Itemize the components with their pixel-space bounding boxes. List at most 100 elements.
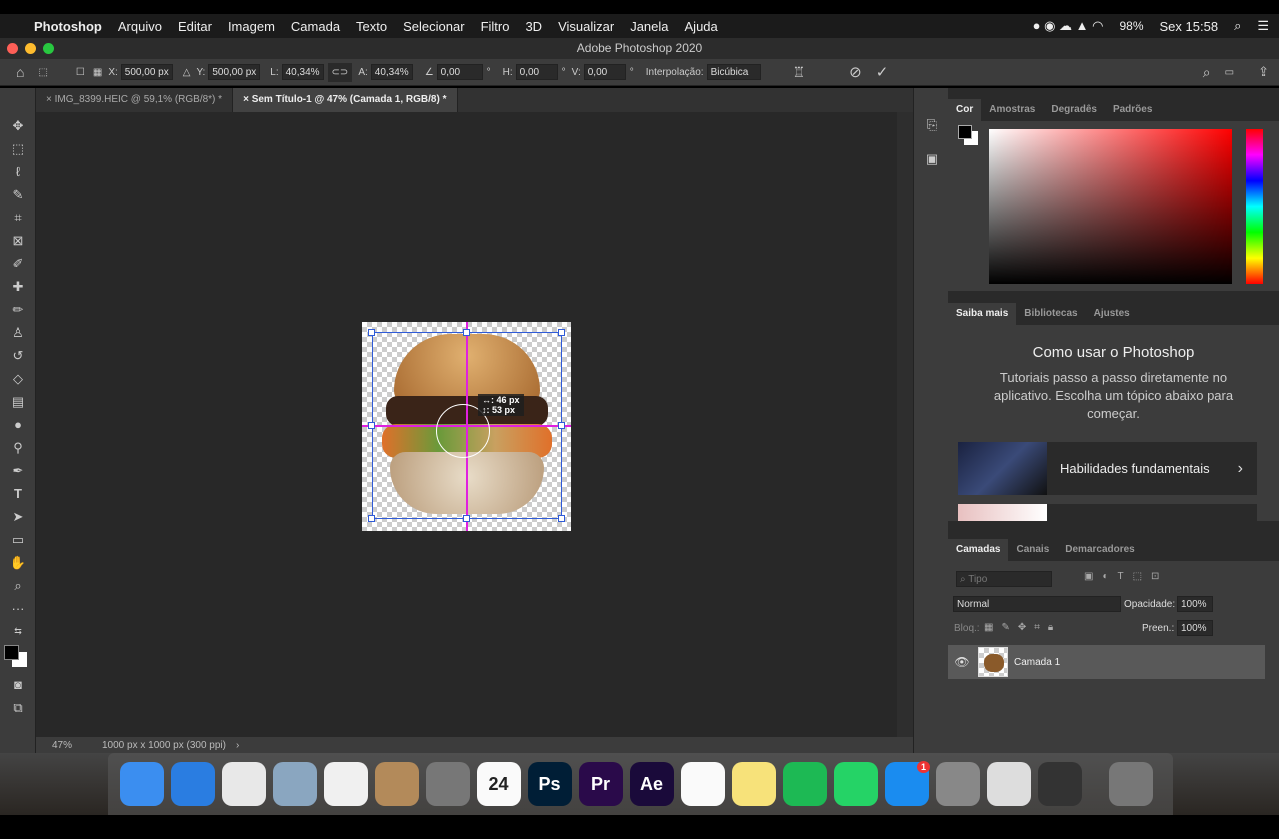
tab-amostras[interactable]: Amostras: [981, 99, 1043, 121]
path-selection-tool-icon[interactable]: ➤: [0, 505, 36, 528]
x-field[interactable]: 500,00 px: [120, 64, 173, 80]
menu-texto[interactable]: Texto: [356, 19, 387, 34]
transform-handle[interactable]: [558, 422, 565, 429]
healing-brush-tool-icon[interactable]: ✚: [0, 275, 36, 298]
dock-safari[interactable]: [170, 762, 215, 806]
menu-camada[interactable]: Camada: [291, 19, 340, 34]
swap-colors-icon[interactable]: ⇆: [0, 620, 36, 643]
history-brush-tool-icon[interactable]: ↺: [0, 344, 36, 367]
zoom-tool-icon[interactable]: ⌕: [0, 574, 36, 597]
angle-field[interactable]: 0,00: [436, 64, 483, 80]
menu-app[interactable]: Photoshop: [34, 19, 102, 34]
transform-handle[interactable]: [463, 329, 470, 336]
dock-finder[interactable]: [119, 762, 164, 806]
control-center-icon[interactable]: ☰: [1257, 18, 1269, 34]
transform-handle[interactable]: [463, 515, 470, 522]
warp-icon[interactable]: ♖: [793, 64, 806, 81]
workspace-icon[interactable]: ▭: [1225, 67, 1234, 78]
fill-field[interactable]: 100%: [1177, 620, 1213, 636]
layer-filter-icons[interactable]: ▣◐T⬚⊡: [1084, 571, 1168, 582]
dock-roblox[interactable]: [986, 762, 1031, 806]
dock-after-effects[interactable]: Ae: [629, 762, 674, 806]
color-field[interactable]: [989, 129, 1232, 284]
eyedropper-tool-icon[interactable]: ✐: [0, 252, 36, 275]
foreground-background-colors[interactable]: [0, 643, 35, 673]
menu-selecionar[interactable]: Selecionar: [403, 19, 464, 34]
tab-cor[interactable]: Cor: [948, 99, 982, 121]
transform-handle[interactable]: [368, 422, 375, 429]
zoom-level[interactable]: 47%: [52, 740, 102, 751]
frame-tool-icon[interactable]: ⊠: [0, 229, 36, 252]
delta-icon[interactable]: △: [183, 67, 191, 78]
menu-editar[interactable]: Editar: [178, 19, 212, 34]
reference-point-grid-icon[interactable]: ▦: [93, 67, 102, 78]
blend-mode-select[interactable]: Normal: [953, 596, 1121, 612]
cancel-transform-icon[interactable]: ⊘: [849, 63, 862, 81]
rectangle-tool-icon[interactable]: ▭: [0, 528, 36, 551]
crop-tool-icon[interactable]: ⌗: [0, 206, 36, 229]
eraser-tool-icon[interactable]: ◇: [0, 367, 36, 390]
status-icons[interactable]: ● ◉ ☁ ▲ ◠: [1033, 18, 1104, 34]
dock-notes[interactable]: [731, 762, 776, 806]
document-info[interactable]: 1000 px x 1000 px (300 ppi): [102, 740, 226, 751]
clone-stamp-tool-icon[interactable]: ♙: [0, 321, 36, 344]
vertical-scrollbar[interactable]: [897, 112, 913, 737]
dock-system-preferences[interactable]: [935, 762, 980, 806]
dock-contacts[interactable]: [374, 762, 419, 806]
layer-name[interactable]: Camada 1: [1014, 657, 1060, 668]
marquee-tool-icon[interactable]: ⬚: [0, 137, 36, 160]
pen-tool-icon[interactable]: ✒: [0, 459, 36, 482]
blur-tool-icon[interactable]: ●: [0, 413, 36, 436]
brush-tool-icon[interactable]: ✏: [0, 298, 36, 321]
edit-toolbar-icon[interactable]: ···: [0, 597, 36, 620]
menu-imagem[interactable]: Imagem: [228, 19, 275, 34]
tab-img-8399[interactable]: × IMG_8399.HEIC @ 59,1% (RGB/8*) *: [36, 88, 234, 112]
learn-card[interactable]: [958, 504, 1257, 521]
tab-camadas[interactable]: Camadas: [948, 539, 1009, 561]
tab-canais[interactable]: Canais: [1008, 539, 1057, 561]
y-field[interactable]: 500,00 px: [208, 64, 261, 80]
quick-select-tool-icon[interactable]: ✎: [0, 183, 36, 206]
tab-demarcadores[interactable]: Demarcadores: [1057, 539, 1142, 561]
opacity-field[interactable]: 100%: [1177, 596, 1213, 612]
tab-ajustes[interactable]: Ajustes: [1086, 303, 1138, 325]
dock-quicktime[interactable]: [1037, 762, 1082, 806]
screen-mode-icon[interactable]: ⧉: [0, 696, 36, 719]
zoom-window-button[interactable]: [43, 43, 54, 54]
home-icon[interactable]: ⌂: [16, 64, 24, 80]
gradient-tool-icon[interactable]: ▤: [0, 390, 36, 413]
lasso-tool-icon[interactable]: ℓ: [0, 160, 36, 183]
eye-icon[interactable]: 👁︎: [948, 655, 976, 669]
search-icon[interactable]: ⌕: [1203, 64, 1211, 81]
hand-tool-icon[interactable]: ✋: [0, 551, 36, 574]
tab-padroes[interactable]: Padrões: [1105, 99, 1160, 121]
share-icon[interactable]: ⇪: [1258, 64, 1269, 80]
dock-photos[interactable]: [323, 762, 368, 806]
close-window-button[interactable]: [7, 43, 18, 54]
status-arrow-icon[interactable]: ›: [236, 740, 239, 751]
transform-handle[interactable]: [368, 329, 375, 336]
properties-panel-icon[interactable]: ▣: [914, 142, 950, 176]
layer-row[interactable]: 👁︎ Camada 1: [948, 645, 1265, 679]
tab-degrades[interactable]: Degradês: [1043, 99, 1105, 121]
history-panel-icon[interactable]: ⎘: [914, 108, 950, 142]
dock-app-store[interactable]: 1: [884, 761, 930, 806]
dock-chrome[interactable]: [221, 762, 266, 806]
menu-visualizar[interactable]: Visualizar: [558, 19, 614, 34]
clock[interactable]: Sex 15:58: [1160, 19, 1219, 34]
close-tab-icon[interactable]: ×: [46, 94, 55, 105]
dock-trash[interactable]: [1109, 762, 1153, 806]
reference-point-checkbox[interactable]: ☐: [76, 67, 85, 78]
commit-transform-icon[interactable]: ✓: [876, 63, 889, 81]
quick-mask-icon[interactable]: ◙: [0, 673, 36, 696]
spotlight-icon[interactable]: ⌕: [1234, 18, 1241, 34]
learn-card-fundamentals[interactable]: Habilidades fundamentais ›: [958, 442, 1257, 495]
transform-icon[interactable]: ⬚: [38, 67, 47, 78]
dock-calendar[interactable]: 24: [476, 762, 521, 806]
interpolation-select[interactable]: Bicúbica: [706, 64, 761, 80]
menu-janela[interactable]: Janela: [630, 19, 668, 34]
hue-slider[interactable]: [1246, 129, 1263, 284]
transform-handle[interactable]: [558, 515, 565, 522]
transform-handle[interactable]: [368, 515, 375, 522]
height-field[interactable]: 40,34%: [370, 64, 413, 80]
